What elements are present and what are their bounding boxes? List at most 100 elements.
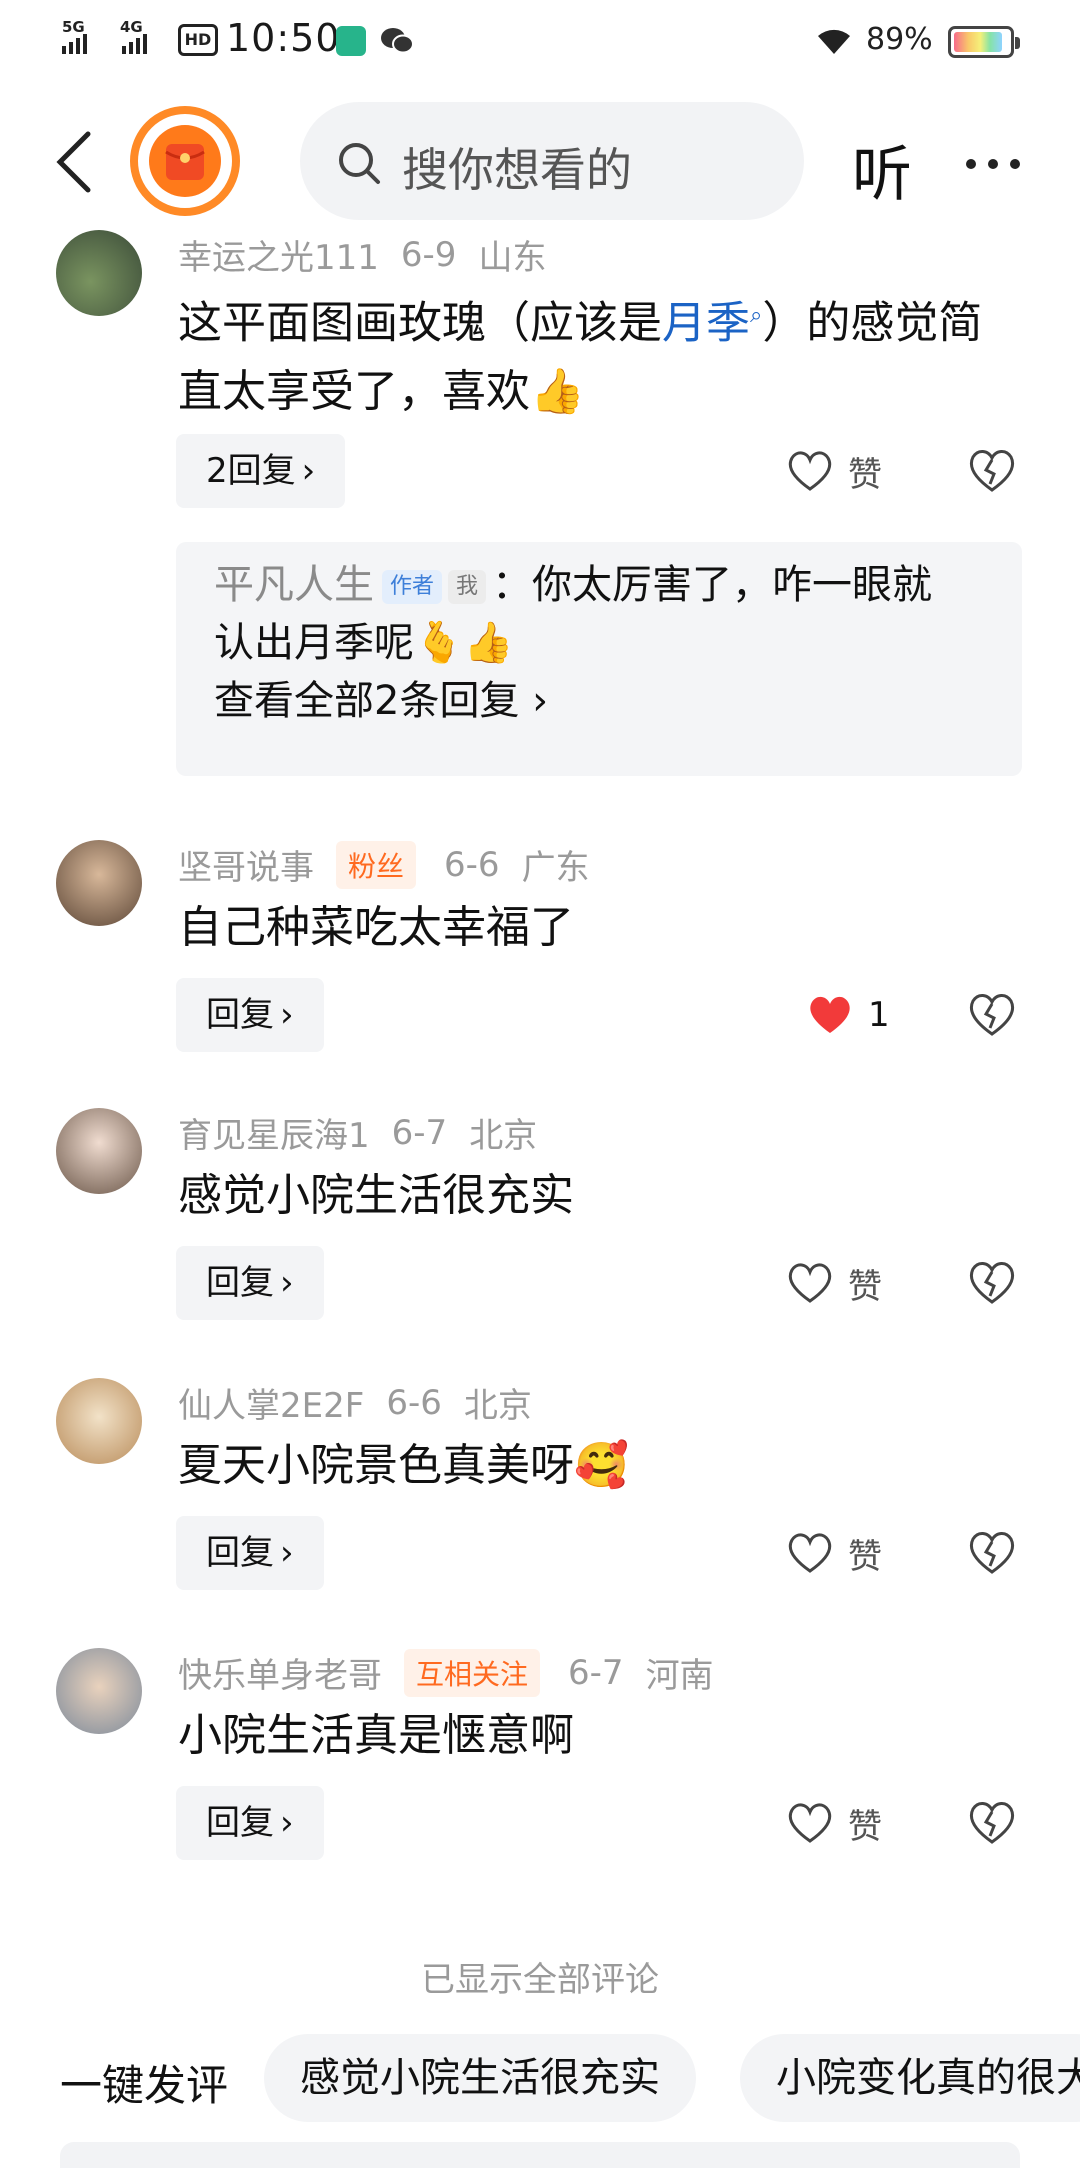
comment-username[interactable]: 仙人掌2E2F — [178, 1378, 364, 1427]
like-button[interactable]: 赞 — [786, 434, 882, 508]
comment-username[interactable]: 育见星辰海1 — [178, 1108, 370, 1157]
fan-badge: 粉丝 — [336, 840, 417, 889]
comment-text: 自己种菜吃太幸福了 — [178, 902, 574, 953]
chevron-right-icon: › — [280, 1803, 294, 1843]
search-bar[interactable]: 搜你想看的 — [300, 102, 804, 220]
dislike-button[interactable] — [966, 1798, 1018, 1850]
sub-reply-box[interactable]: 平凡人生 作者我：你太厉害了，咋一眼就 认出月季呢🫰👍 查看全部2条回复 › — [176, 542, 1022, 776]
dislike-button[interactable] — [966, 990, 1018, 1042]
author-badge: 作者 — [382, 570, 443, 604]
signal-icon — [62, 34, 87, 54]
avatar[interactable] — [56, 1378, 142, 1464]
battery-icon — [948, 26, 1020, 58]
status-bar: 5G 4G HD 10:50 89% — [0, 0, 1080, 86]
topic-link[interactable]: 月季 — [662, 298, 750, 349]
red-envelope-icon — [149, 125, 221, 197]
comment-text: 小院生活真是惬意啊 — [178, 1710, 574, 1761]
comment-date: 6-6 — [444, 844, 500, 885]
reply-button[interactable]: 回复 › — [176, 1786, 324, 1860]
comment-username[interactable]: 快乐单身老哥 — [178, 1648, 382, 1697]
like-button[interactable]: 赞 — [786, 1786, 882, 1860]
comment-meta: 坚哥说事 粉丝 6-6 广东 — [178, 840, 612, 889]
clock: 10:50 — [226, 16, 341, 60]
comment-input-bar[interactable] — [60, 2142, 1020, 2168]
reply-button[interactable]: 回复 › — [176, 978, 324, 1052]
hd-icon: HD — [178, 24, 218, 56]
sub-reply-text-2: 认出月季呢🫰👍 — [214, 620, 514, 666]
sub-reply-author[interactable]: 平凡人生 — [214, 562, 374, 608]
comment-date: 6-9 — [400, 234, 457, 275]
quick-comment-chip[interactable]: 小院变化真的很大 — [740, 2034, 1080, 2122]
dislike-button[interactable] — [966, 1528, 1018, 1580]
comment-location: 山东 — [478, 238, 547, 278]
thumbs-up-emoji: 👍 — [463, 620, 514, 666]
signal-icon-2 — [122, 34, 147, 54]
view-all-replies-link[interactable]: 查看全部2条回复 › — [214, 672, 548, 730]
broken-heart-icon — [969, 1262, 1015, 1304]
like-button[interactable]: 赞 — [786, 1516, 882, 1590]
me-badge: 我 — [448, 570, 487, 604]
finger-heart-emoji: 🫰 — [414, 620, 464, 666]
search-placeholder: 搜你想看的 — [402, 143, 632, 197]
like-button[interactable]: 1 — [806, 978, 890, 1052]
heart-icon — [788, 1533, 832, 1573]
comment-date: 6-7 — [568, 1652, 624, 1693]
comment-username[interactable]: 幸运之光111 — [178, 230, 379, 279]
app-notification-icon — [336, 26, 366, 56]
dislike-button[interactable] — [966, 446, 1018, 498]
avatar[interactable] — [56, 840, 142, 926]
broken-heart-icon — [969, 1532, 1015, 1574]
like-count: 1 — [868, 995, 890, 1035]
quick-comment-chip[interactable]: 感觉小院生活很充实 — [264, 2034, 696, 2122]
chevron-right-icon: › — [280, 995, 294, 1035]
heart-filled-icon — [810, 996, 850, 1033]
reply-button[interactable]: 回复 › — [176, 1246, 324, 1320]
back-button[interactable] — [50, 130, 100, 194]
comment-text: 这平面图画玫瑰（应该是月季⌕）的感觉简直太享受了，喜欢👍 — [178, 297, 983, 417]
comment-item: 仙人掌2E2F 6-6 北京 夏天小院景色真美呀🥰 回复 › 赞 — [0, 1374, 1080, 1614]
heart-icon — [788, 1263, 832, 1303]
comment-meta: 快乐单身老哥 互相关注 6-7 河南 — [178, 1648, 736, 1697]
chevron-right-icon: › — [519, 678, 549, 724]
chevron-right-icon: › — [280, 1533, 294, 1573]
wechat-icon — [380, 26, 414, 60]
broken-heart-icon — [969, 1802, 1015, 1844]
search-icon — [336, 140, 382, 190]
broken-heart-icon — [969, 450, 1015, 492]
comment-username[interactable]: 坚哥说事 — [178, 840, 314, 889]
comment-text: 感觉小院生活很充实 — [178, 1170, 574, 1221]
comment-text: 夏天小院景色真美呀🥰 — [178, 1440, 629, 1491]
chevron-right-icon: › — [301, 451, 316, 491]
chevron-right-icon: › — [280, 1263, 294, 1303]
comment-item: 快乐单身老哥 互相关注 6-7 河南 小院生活真是惬意啊 回复 › 赞 — [0, 1644, 1080, 1884]
thumbs-up-emoji: 👍 — [530, 365, 585, 417]
comment-date: 6-6 — [386, 1382, 442, 1423]
comment-location: 河南 — [645, 1656, 714, 1696]
listen-button[interactable]: 听 — [852, 126, 912, 213]
quick-comment-label: 一键发评 — [60, 2061, 229, 2110]
like-button[interactable]: 赞 — [786, 1246, 882, 1320]
battery-percent: 89% — [866, 22, 933, 57]
avatar[interactable] — [56, 1108, 142, 1194]
dislike-button[interactable] — [966, 1258, 1018, 1310]
all-comments-shown-label: 已显示全部评论 — [421, 1960, 659, 2000]
chevron-left-icon — [56, 131, 91, 193]
reply-button[interactable]: 回复 › — [176, 1516, 324, 1590]
top-nav: 搜你想看的 听 — [0, 86, 1080, 236]
quick-comment-bar: 一键发评 感觉小院生活很充实 小院变化真的很大 — [0, 2030, 1080, 2130]
comment-date: 6-7 — [391, 1112, 448, 1153]
comment-location: 北京 — [469, 1116, 538, 1156]
avatar[interactable] — [56, 1648, 142, 1734]
comment-item: 育见星辰海1 6-7 北京 感觉小院生活很充实 回复 › 赞 — [0, 1104, 1080, 1344]
more-menu-button[interactable] — [966, 134, 1020, 194]
comment-meta: 仙人掌2E2F 6-6 北京 — [178, 1378, 554, 1427]
avatar[interactable] — [56, 230, 142, 316]
red-packet-button[interactable] — [130, 106, 240, 216]
comment-meta: 育见星辰海1 6-7 北京 — [178, 1108, 559, 1157]
comment-item: 坚哥说事 粉丝 6-6 广东 自己种菜吃太幸福了 回复 › 1 — [0, 836, 1080, 1076]
reply-button[interactable]: 2回复 › — [176, 434, 346, 508]
broken-heart-icon — [969, 994, 1015, 1036]
comment-location: 广东 — [521, 848, 590, 888]
comment-meta: 幸运之光111 6-9 山东 — [178, 230, 568, 279]
wifi-icon — [814, 26, 854, 60]
